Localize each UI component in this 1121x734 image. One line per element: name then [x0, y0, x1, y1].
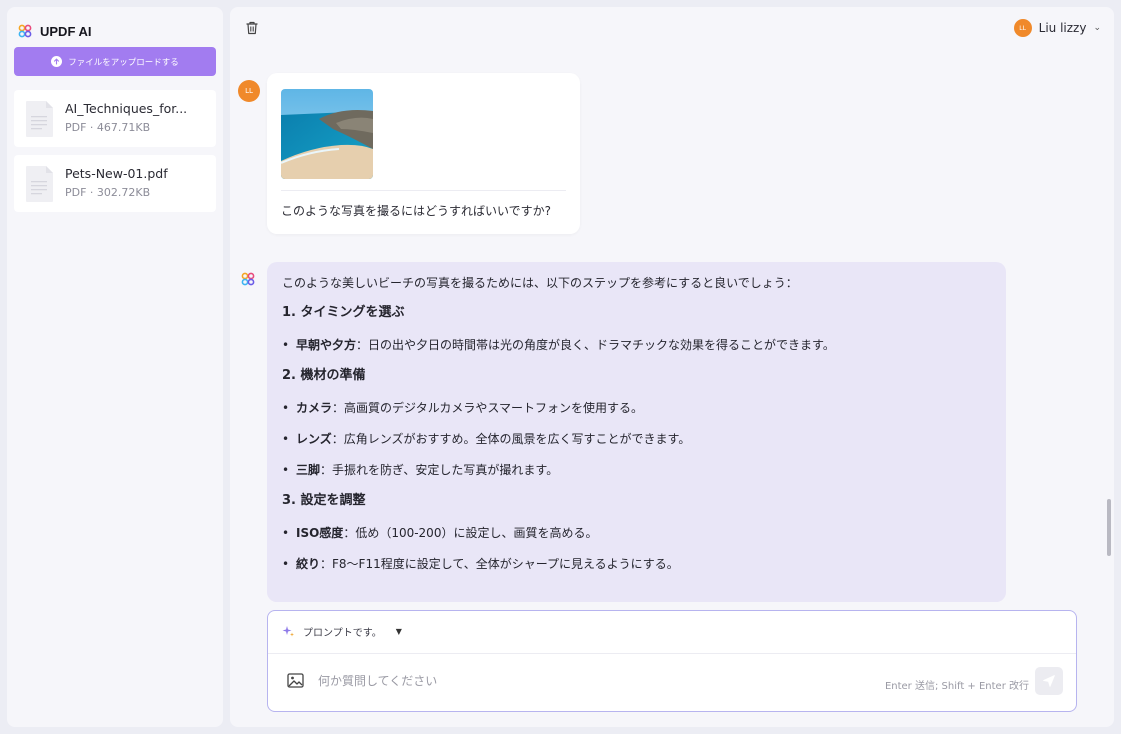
sparkle-icon: [282, 626, 294, 637]
attached-beach-image[interactable]: [281, 89, 373, 179]
section-heading: 3. 設定を調整: [282, 493, 366, 508]
section-heading: 1. タイミングを選ぶ: [282, 305, 405, 320]
list-item: • ISO感度 ：低め（100-200）に設定し、画質を高める。: [282, 524, 992, 555]
send-button[interactable]: [1035, 667, 1063, 695]
avatar: LL: [238, 80, 260, 102]
pdf-file-icon: [26, 166, 53, 202]
item-text: ：日の出や夕日の時間帯は光の角度が良く、ドラマチックな効果を得ることができます。: [356, 338, 835, 352]
chat-panel: LL Liu lizzy ⌄ LL このような写真を撮るにはどうすればいいですか…: [230, 7, 1114, 727]
list-item: • 三脚 ：手振れを防ぎ、安定した写真が撮れます。: [282, 461, 992, 492]
app-title: UPDF AI: [40, 23, 92, 39]
prompt-selector[interactable]: プロンプトです。 ▼: [282, 624, 402, 639]
item-text: ：広角レンズがおすすめ。全体の風景を広く写すことができます。: [331, 432, 691, 446]
item-term: レンズ: [296, 432, 332, 446]
send-icon: [1043, 675, 1055, 687]
ai-intro: このような美しいビーチの写真を撮るためには、以下のステップを参考にすると良いでし…: [282, 276, 798, 290]
updf-logo-icon: [18, 24, 32, 38]
pdf-file-icon: [26, 101, 53, 137]
trash-icon[interactable]: [244, 20, 260, 36]
user-menu[interactable]: LL Liu lizzy ⌄: [1013, 19, 1101, 37]
file-meta: PDF · 467.71KB: [65, 121, 151, 134]
item-term: カメラ: [296, 401, 333, 415]
brand: UPDF AI: [18, 20, 92, 42]
user-message: このような写真を撮るにはどうすればいいですか?: [267, 73, 580, 234]
item-text: ：低め（100-200）に設定し、画質を高める。: [343, 526, 598, 540]
sidebar: UPDF AI ファイルをアップロードする AI_Techniques_for.…: [7, 7, 223, 727]
item-term: 早朝や夕方: [296, 338, 357, 352]
upload-file-label: ファイルをアップロードする: [68, 57, 179, 68]
list-item: • レンズ ：広角レンズがおすすめ。全体の風景を広く写すことができます。: [282, 430, 992, 461]
user-question: このような写真を撮るにはどうすればいいですか?: [281, 204, 552, 218]
message-composer: プロンプトです。 ▼ Enter 送信; Shift + Enter 改行: [267, 610, 1077, 712]
item-term: 絞り: [296, 557, 321, 571]
message-input[interactable]: [318, 669, 858, 693]
file-item[interactable]: AI_Techniques_for... PDF · 467.71KB: [14, 90, 216, 147]
chevron-down-icon: ⌄: [1093, 23, 1101, 33]
file-item[interactable]: Pets-New-01.pdf PDF · 302.72KB: [14, 155, 216, 212]
divider: [268, 653, 1076, 654]
upload-arrow-icon: [51, 56, 63, 67]
file-name: Pets-New-01.pdf: [65, 166, 168, 181]
item-text: ：高画質のデジタルカメラやスマートフォンを使用する。: [332, 401, 644, 415]
list-item: • カメラ ：高画質のデジタルカメラやスマートフォンを使用する。: [282, 399, 992, 430]
list-item: • 絞り ：F8〜F11程度に設定して、全体がシャープに見えるようにする。: [282, 555, 992, 586]
scrollbar-thumb[interactable]: [1107, 499, 1111, 556]
user-name: Liu lizzy: [1038, 21, 1087, 35]
caret-down-icon: ▼: [395, 627, 402, 636]
file-meta: PDF · 302.72KB: [65, 186, 151, 199]
section-heading: 2. 機材の準備: [282, 368, 366, 383]
updf-ai-icon: [241, 272, 255, 286]
image-upload-icon[interactable]: [287, 673, 304, 688]
item-text: ：F8〜F11程度に設定して、全体がシャープに見えるようにする。: [320, 557, 679, 571]
keyboard-hint: Enter 送信; Shift + Enter 改行: [884, 681, 1029, 692]
list-item: • 早朝や夕方 ：日の出や夕日の時間帯は光の角度が良く、ドラマチックな効果を得ること…: [282, 336, 992, 367]
item-term: ISO感度: [296, 526, 344, 540]
scroll-fade: [267, 588, 1006, 602]
item-term: 三脚: [296, 463, 321, 477]
avatar: LL: [1013, 19, 1032, 37]
divider: [281, 190, 566, 191]
file-name: AI_Techniques_for...: [65, 101, 188, 116]
ai-response: このような美しいビーチの写真を撮るためには、以下のステップを参考にすると良いでし…: [267, 262, 1006, 602]
upload-file-button[interactable]: ファイルをアップロードする: [14, 47, 216, 76]
item-text: ：手振れを防ぎ、安定した写真が撮れます。: [320, 463, 559, 477]
prompt-label: プロンプトです。: [303, 628, 382, 639]
